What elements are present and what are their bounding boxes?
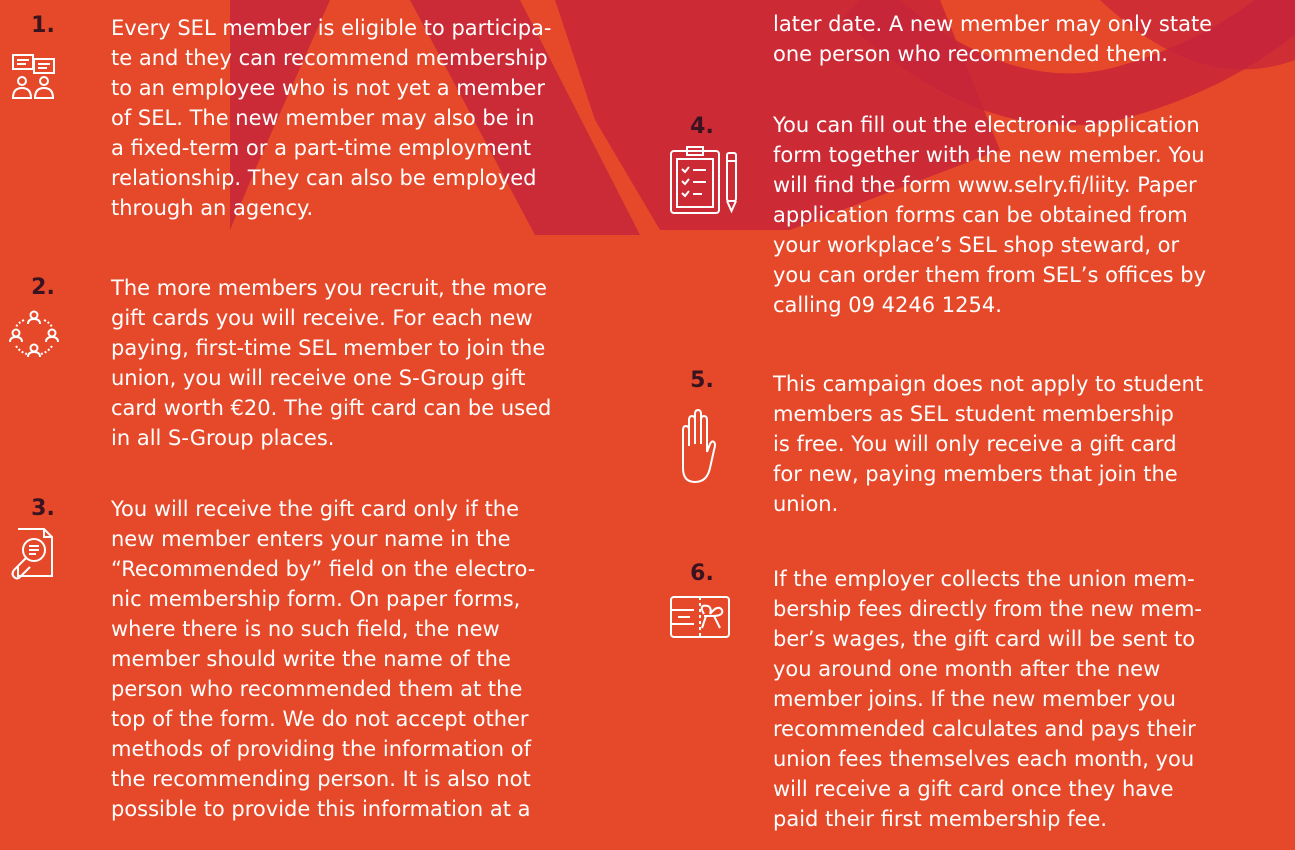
item-text: later date. A new member may only state …	[773, 12, 1213, 66]
item-text: This campaign does not apply to student …	[773, 372, 1204, 516]
document-magnifier-icon	[8, 526, 56, 582]
people-network-icon	[8, 308, 60, 360]
item-text: You can fill out the electronic applicat…	[773, 113, 1207, 317]
item-text: If the employer collects the union mem- …	[773, 567, 1202, 831]
item-number: 1.	[31, 13, 55, 38]
item-number: 6.	[690, 561, 714, 586]
chat-people-icon	[10, 52, 58, 102]
item-number: 5.	[690, 368, 714, 393]
gift-card-icon	[668, 594, 732, 642]
item-number: 2.	[31, 275, 55, 300]
clipboard-pencil-icon	[668, 145, 744, 217]
item-text: Every SEL member is eligible to particip…	[111, 16, 552, 220]
item-text: The more members you recruit, the more g…	[111, 276, 552, 450]
item-number: 3.	[31, 496, 55, 521]
item-text: You will receive the gift card only if t…	[111, 497, 536, 821]
item-number: 4.	[690, 114, 714, 139]
raised-hand-icon	[677, 408, 717, 488]
